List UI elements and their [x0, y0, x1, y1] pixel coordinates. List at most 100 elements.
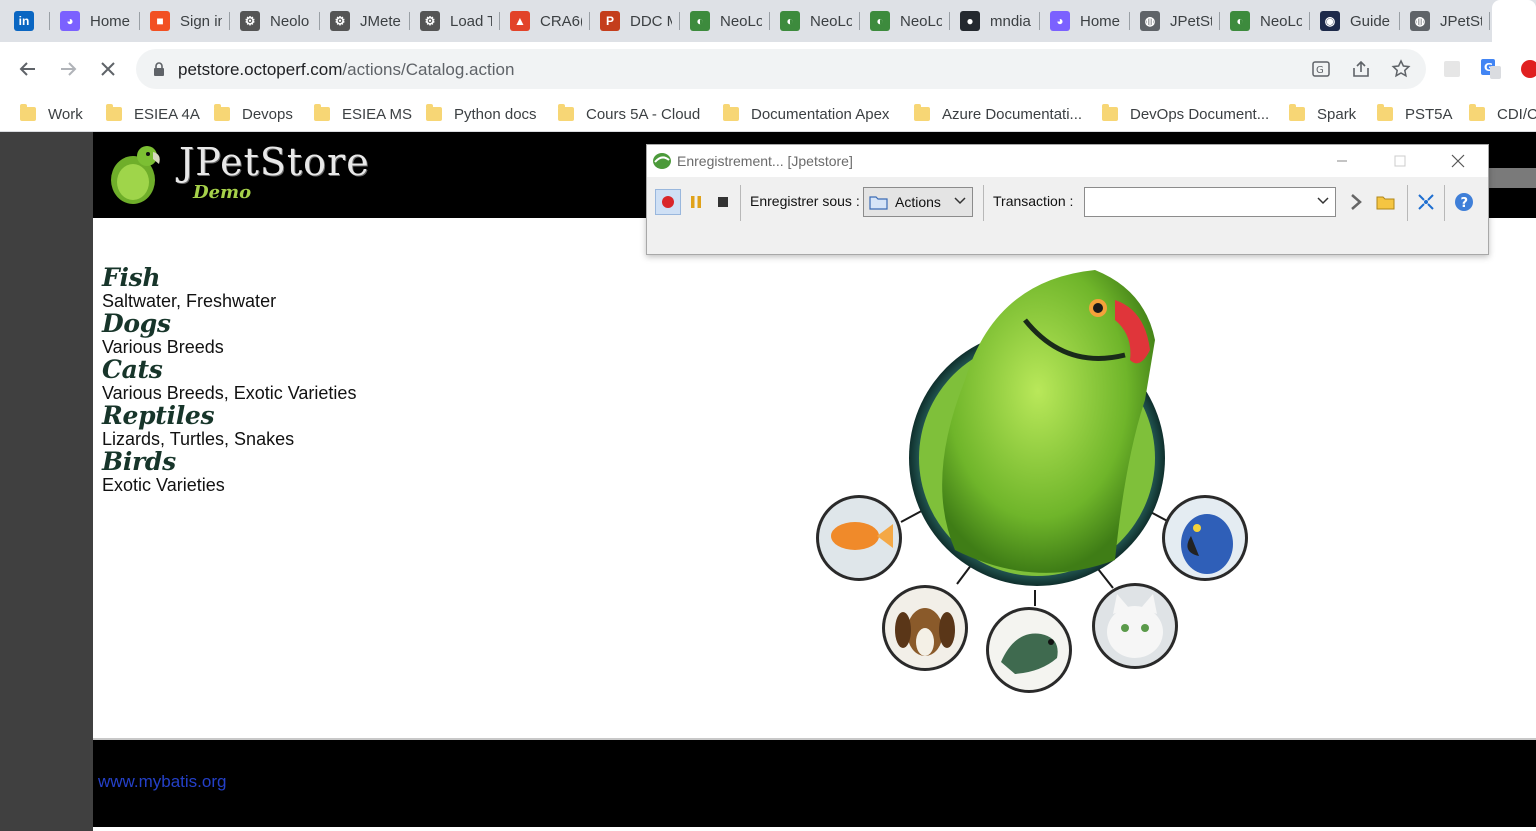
- bookmark-item[interactable]: ESIEA 4A: [106, 103, 200, 125]
- folder-icon: [426, 104, 442, 121]
- folder-icon: [106, 104, 122, 121]
- bookmark-item[interactable]: Devops: [214, 103, 293, 125]
- share-icon[interactable]: [1350, 58, 1372, 80]
- category-name[interactable]: Dogs: [102, 310, 356, 338]
- address-bar[interactable]: petstore.octoperf.com/actions/Catalog.ac…: [136, 49, 1426, 89]
- tab-title: JPetSt: [1170, 12, 1212, 30]
- gear-icon: ⚙: [330, 11, 350, 31]
- folder-icon: [1469, 104, 1485, 121]
- translate-icon[interactable]: G: [1310, 58, 1332, 80]
- browser-tab[interactable]: ⚙ Load T: [410, 0, 500, 42]
- bookmark-item[interactable]: Work: [20, 103, 83, 125]
- folder-icon: [723, 104, 739, 121]
- extension-icon[interactable]: [1441, 58, 1463, 80]
- bookmark-item[interactable]: Azure Documentati...: [914, 103, 1082, 125]
- chevron-down-icon: [1317, 197, 1329, 205]
- record-extension-icon[interactable]: [1516, 58, 1536, 80]
- category-reptiles[interactable]: Reptiles Lizards, Turtles, Snakes: [102, 402, 356, 449]
- neoload-icon: ◐: [780, 11, 800, 31]
- close-window-button[interactable]: [1435, 145, 1481, 177]
- browser-tab[interactable]: ◍ JPetSt: [1130, 0, 1220, 42]
- url-text[interactable]: petstore.octoperf.com/actions/Catalog.ac…: [178, 60, 514, 80]
- category-splash-image: [816, 270, 1248, 693]
- help-button[interactable]: ?: [1451, 189, 1477, 215]
- bookmarks-bar: Work ESIEA 4A Devops ESIEA MS Python docs Cou…: [0, 96, 1536, 132]
- bird-circle: [1162, 495, 1248, 581]
- category-name[interactable]: Birds: [102, 448, 356, 476]
- maximize-button[interactable]: [1377, 145, 1423, 177]
- stop-button[interactable]: [710, 189, 736, 215]
- lock-icon[interactable]: [148, 58, 170, 80]
- bookmark-item[interactable]: CDI/C: [1469, 103, 1536, 125]
- browser-tab[interactable]: ◐ NeoLo: [1220, 0, 1310, 42]
- toolbar-separator: [1407, 185, 1408, 221]
- category-name[interactable]: Cats: [102, 356, 356, 384]
- tab-title: NeoLo: [900, 12, 942, 30]
- minimize-button[interactable]: [1319, 145, 1365, 177]
- browser-tab[interactable]: ◐ NeoLo: [860, 0, 950, 42]
- browser-tab[interactable]: in: [4, 0, 50, 42]
- bookmark-label: Spark: [1317, 105, 1357, 123]
- browser-tab[interactable]: ◐ NeoLo: [680, 0, 770, 42]
- bookmark-item[interactable]: PST5A: [1377, 103, 1453, 125]
- browser-tab[interactable]: ◕ Home: [1040, 0, 1130, 42]
- transaction-dropdown[interactable]: [1084, 187, 1336, 217]
- category-birds[interactable]: Birds Exotic Varieties: [102, 448, 356, 495]
- close-icon: [1451, 154, 1465, 168]
- browser-tab[interactable]: ⚙ Neolo: [230, 0, 320, 42]
- browser-tab[interactable]: ⚙ JMete: [320, 0, 410, 42]
- open-folder-button[interactable]: [1373, 189, 1399, 215]
- stop-loading-button[interactable]: [95, 56, 121, 82]
- forward-arrow-icon: [61, 62, 77, 76]
- loop-icon: ◕: [60, 11, 80, 31]
- next-transaction-button[interactable]: [1343, 189, 1369, 215]
- tab-title: CRA6(: [540, 12, 582, 30]
- bookmark-item[interactable]: ESIEA MS: [314, 103, 412, 125]
- browser-tab[interactable]: ■ Sign in: [140, 0, 230, 42]
- tab-title: Load T: [450, 12, 492, 30]
- bookmark-item[interactable]: Cours 5A - Cloud: [558, 103, 700, 125]
- browser-tab[interactable]: ◉ Guide: [1310, 0, 1400, 42]
- recorder-window: Enregistrement... [Jpetstore] Enregistre…: [646, 144, 1489, 255]
- browser-tab[interactable]: ◕ Home: [50, 0, 140, 42]
- gitlab-icon: ▲: [510, 11, 530, 31]
- neoload-icon: ◐: [690, 11, 710, 31]
- bookmark-item[interactable]: Python docs: [426, 103, 537, 125]
- logo-title[interactable]: JPetStore: [179, 140, 370, 184]
- browser-tab[interactable]: ● mndia: [950, 0, 1040, 42]
- record-button[interactable]: [655, 189, 681, 215]
- category-dogs[interactable]: Dogs Various Breeds: [102, 310, 356, 357]
- pause-button[interactable]: [683, 189, 709, 215]
- google-translate-extension-icon[interactable]: G: [1480, 58, 1502, 80]
- collapse-arrows-icon: [1418, 194, 1434, 210]
- forward-button[interactable]: [55, 56, 81, 82]
- category-fish[interactable]: Fish Saltwater, Freshwater: [102, 264, 356, 311]
- bookmark-item[interactable]: Documentation Apex: [723, 103, 889, 125]
- mybatis-link[interactable]: www.mybatis.org: [98, 772, 226, 792]
- bookmark-star-icon[interactable]: [1390, 58, 1412, 80]
- category-name[interactable]: Reptiles: [102, 402, 356, 430]
- bookmark-item[interactable]: Spark: [1289, 103, 1356, 125]
- tab-title: JPetSt: [1440, 12, 1482, 30]
- category-name[interactable]: Fish: [102, 264, 356, 292]
- record-as-dropdown[interactable]: Actions: [863, 187, 973, 217]
- bookmark-label: Azure Documentati...: [942, 105, 1083, 123]
- loop-icon: ◕: [1050, 11, 1070, 31]
- browser-tab[interactable]: P DDC M: [590, 0, 680, 42]
- svg-text:G: G: [1316, 65, 1324, 76]
- browser-tab[interactable]: ◍ JPetSt: [1400, 0, 1490, 42]
- recorder-title-bar[interactable]: Enregistrement... [Jpetstore]: [647, 145, 1488, 177]
- browser-tab[interactable]: ◐ NeoLo: [770, 0, 860, 42]
- collapse-button[interactable]: [1413, 189, 1439, 215]
- browser-tab[interactable]: ▲ CRA6(: [500, 0, 590, 42]
- bookmark-label: CDI/C: [1497, 105, 1536, 123]
- parrot-logo-icon[interactable]: [105, 140, 165, 206]
- folder-icon: [558, 104, 574, 121]
- tab-active[interactable]: [1492, 0, 1536, 42]
- tab-title: Sign in: [180, 12, 222, 30]
- back-button[interactable]: [15, 56, 41, 82]
- category-cats[interactable]: Cats Various Breeds, Exotic Varieties: [102, 356, 356, 403]
- bookmark-item[interactable]: DevOps Document...: [1102, 103, 1269, 125]
- url-host: petstore.octoperf.com: [178, 60, 343, 79]
- microsoft-icon: ■: [150, 11, 170, 31]
